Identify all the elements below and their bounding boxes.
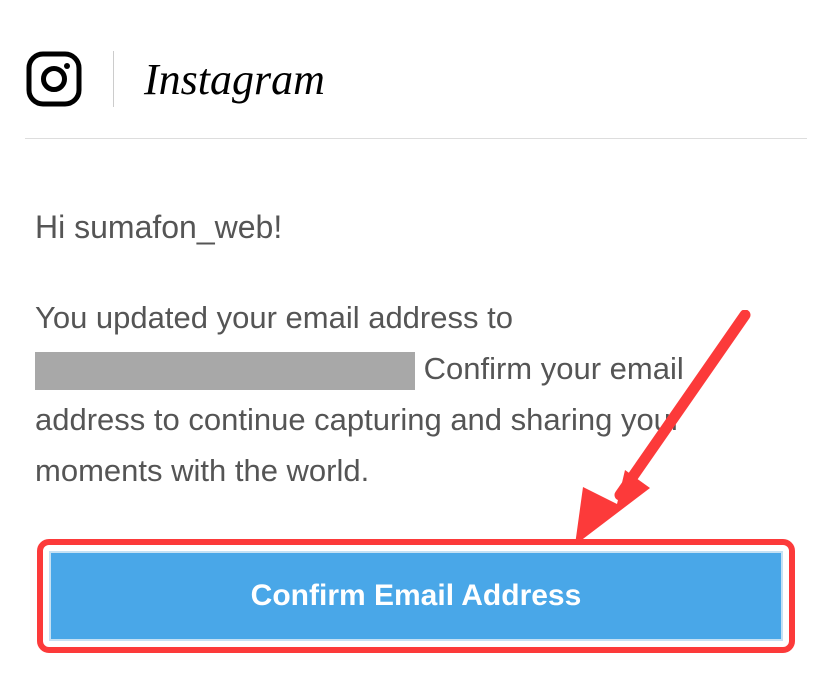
email-header: Instagram: [0, 0, 832, 138]
vertical-divider: [113, 51, 114, 107]
instagram-wordmark: Instagram: [144, 54, 325, 105]
body-before: You updated your email address to: [35, 300, 513, 335]
redacted-email: [35, 352, 415, 390]
instagram-icon: [25, 50, 83, 108]
body-text: You updated your email address to Confir…: [35, 292, 797, 497]
highlight-box: Confirm Email Address: [37, 539, 795, 653]
email-content: Hi sumafon_web! You updated your email a…: [0, 139, 832, 678]
confirm-email-button[interactable]: Confirm Email Address: [49, 551, 783, 641]
greeting-text: Hi sumafon_web!: [35, 209, 797, 246]
